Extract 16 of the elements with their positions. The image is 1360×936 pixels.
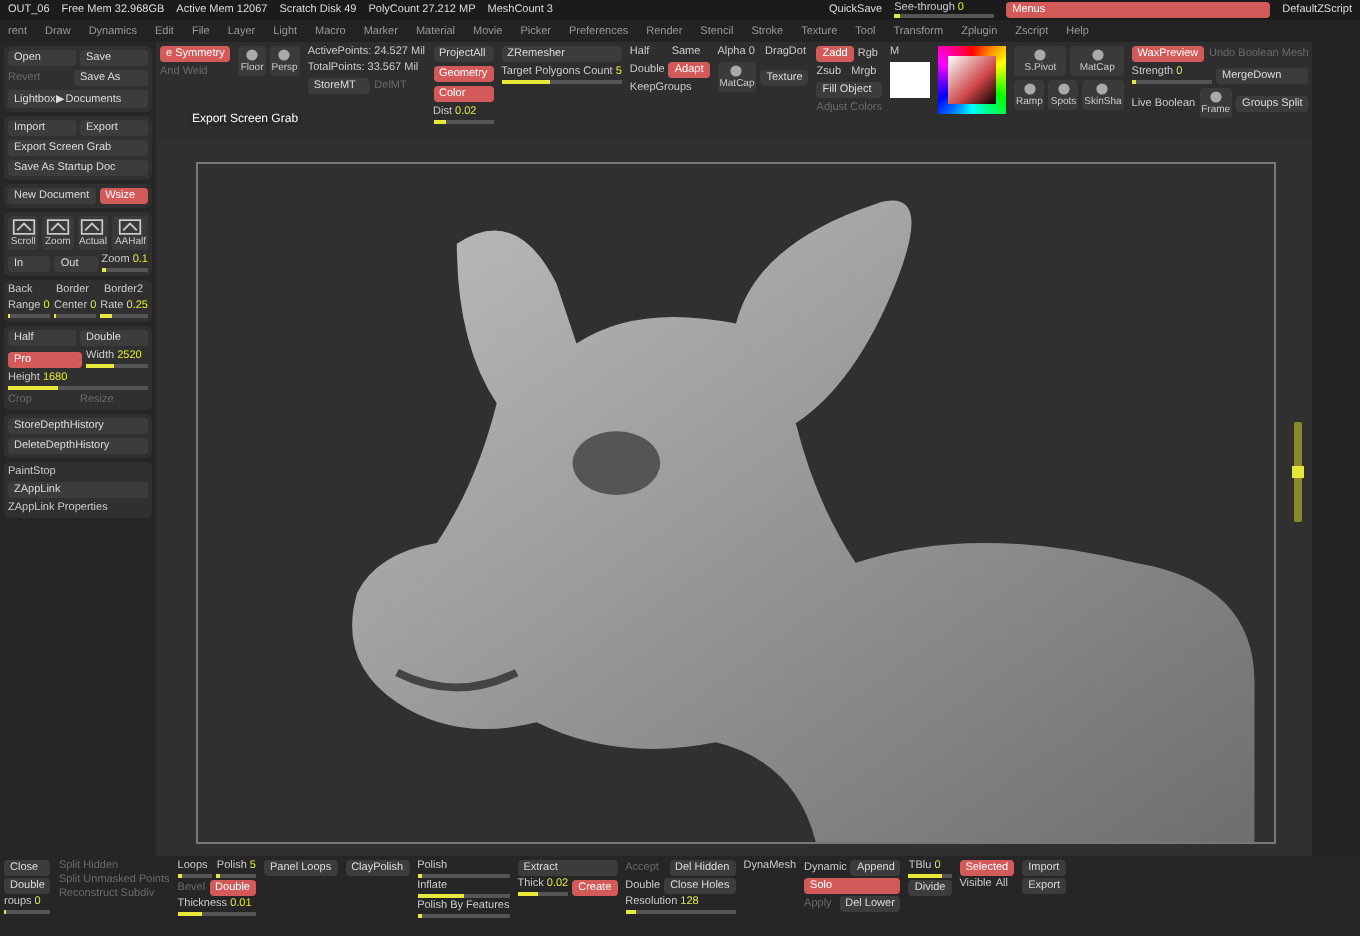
- sphere-icon: [1019, 82, 1040, 96]
- sphere-icon: [274, 48, 295, 62]
- sphere-icon: [1092, 82, 1113, 96]
- tool-icon: [118, 218, 143, 236]
- viewport-handle-icon[interactable]: [1292, 422, 1304, 522]
- tool-icon: [80, 218, 105, 236]
- sphere-icon: [1205, 90, 1226, 104]
- sphere-icon: [726, 64, 747, 78]
- sphere-icon: [242, 48, 263, 62]
- color-swatch[interactable]: [890, 62, 931, 98]
- color-picker[interactable]: [938, 46, 1007, 114]
- tool-icon: [45, 218, 70, 236]
- sphere-icon: [1087, 48, 1108, 62]
- sphere-icon: [1053, 82, 1074, 96]
- sphere-icon: [1030, 48, 1051, 62]
- tool-icon: [11, 218, 36, 236]
